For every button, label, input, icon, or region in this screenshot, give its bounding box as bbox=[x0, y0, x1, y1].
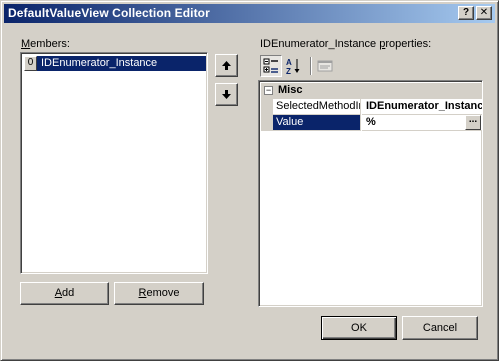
alphabetical-button[interactable]: A Z bbox=[283, 55, 305, 77]
cancel-button[interactable]: Cancel bbox=[402, 316, 478, 340]
property-name[interactable]: Value bbox=[273, 115, 361, 131]
svg-text:A: A bbox=[286, 58, 292, 67]
help-button[interactable]: ? bbox=[458, 6, 474, 20]
member-label: IDEnumerator_Instance bbox=[41, 57, 158, 69]
help-icon: ? bbox=[462, 7, 470, 18]
member-index: 0 bbox=[24, 56, 37, 71]
move-up-button[interactable] bbox=[215, 54, 238, 77]
property-value-field[interactable]: % ... bbox=[362, 115, 482, 131]
property-gutter bbox=[261, 99, 273, 115]
property-grid-toolbar: A Z bbox=[258, 55, 483, 77]
property-value[interactable]: IDEnumerator_Instance bbox=[362, 99, 482, 115]
property-row-value[interactable]: Value % ... bbox=[261, 115, 482, 131]
collapse-icon[interactable]: − bbox=[264, 86, 273, 95]
property-gutter bbox=[261, 115, 273, 131]
categorized-button[interactable] bbox=[260, 55, 282, 77]
properties-label: IDEnumerator_Instance properties: bbox=[260, 38, 432, 50]
window-title: DefaultValueView Collection Editor bbox=[8, 6, 210, 20]
collection-editor-dialog: DefaultValueView Collection Editor ? ✕ M… bbox=[0, 0, 499, 361]
move-down-button[interactable] bbox=[215, 83, 238, 106]
title-bar[interactable]: DefaultValueView Collection Editor ? ✕ bbox=[4, 4, 495, 23]
category-label: Misc bbox=[278, 84, 303, 96]
property-value: % bbox=[366, 116, 376, 128]
add-button[interactable]: Add bbox=[20, 282, 109, 305]
remove-button[interactable]: Remove bbox=[114, 282, 204, 305]
categorized-icon bbox=[263, 58, 278, 73]
ellipsis-button[interactable]: ... bbox=[465, 115, 481, 130]
ok-button[interactable]: OK bbox=[321, 316, 397, 340]
category-misc[interactable]: − Misc bbox=[261, 83, 482, 99]
list-item[interactable]: 0 IDEnumerator_Instance bbox=[24, 56, 206, 71]
move-down-arrow-icon bbox=[222, 90, 231, 99]
members-listbox[interactable]: 0 IDEnumerator_Instance bbox=[20, 52, 208, 274]
property-pages-button[interactable] bbox=[314, 55, 336, 77]
members-label: Members: bbox=[21, 38, 70, 50]
property-row-selectedmethodinfo[interactable]: SelectedMethodIn IDEnumerator_Instance bbox=[261, 99, 482, 115]
alphabetical-icon: A Z bbox=[286, 58, 300, 75]
close-button[interactable]: ✕ bbox=[476, 6, 492, 20]
property-pages-icon bbox=[317, 60, 333, 72]
property-name[interactable]: SelectedMethodIn bbox=[273, 99, 361, 115]
close-icon: ✕ bbox=[479, 7, 489, 18]
svg-text:Z: Z bbox=[286, 67, 291, 75]
property-grid[interactable]: − Misc SelectedMethodIn IDEnumerator_Ins… bbox=[258, 80, 483, 307]
move-up-arrow-icon bbox=[222, 61, 231, 70]
toolbar-separator bbox=[310, 57, 312, 75]
